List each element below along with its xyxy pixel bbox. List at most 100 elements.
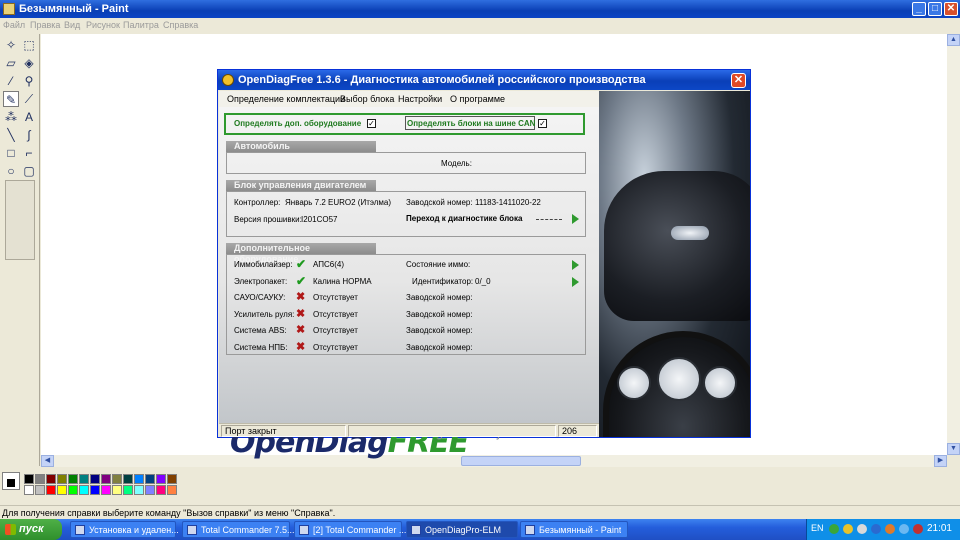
horizontal-scrollbar[interactable]: ◀ ▶: [41, 455, 947, 467]
tool-options-panel[interactable]: [5, 180, 35, 260]
scroll-left-button[interactable]: ◀: [41, 455, 54, 467]
palette-swatch[interactable]: [90, 485, 100, 495]
start-button[interactable]: пуск: [0, 519, 62, 540]
palette-swatch[interactable]: [167, 474, 177, 484]
palette-swatch[interactable]: [167, 485, 177, 495]
palette-swatch[interactable]: [57, 474, 67, 484]
scroll-up-button[interactable]: ▲: [947, 34, 960, 46]
menu-image[interactable]: Рисунок: [86, 20, 120, 30]
curve-icon[interactable]: ∫: [21, 127, 37, 143]
od-titlebar: OpenDiagFree 1.3.6 - Диагностика автомоб…: [218, 70, 750, 90]
task-install-remove[interactable]: Установка и удален...: [70, 521, 179, 538]
task-total-commander-2[interactable]: [2] Total Commander ...: [294, 521, 406, 538]
palette-swatch[interactable]: [68, 474, 78, 484]
gauge-right: [703, 366, 737, 400]
magnifier-icon[interactable]: ⚲: [21, 73, 37, 89]
palette-swatch[interactable]: [35, 485, 45, 495]
go-diagnostics-arrow-icon[interactable]: [572, 214, 579, 224]
palette-swatch[interactable]: [112, 485, 122, 495]
details-arrow-icon[interactable]: [572, 260, 579, 270]
palette-swatch[interactable]: [134, 474, 144, 484]
rectangle-icon[interactable]: □: [3, 145, 19, 161]
palette-swatch[interactable]: [79, 474, 89, 484]
palette-swatch[interactable]: [123, 485, 133, 495]
menu-file[interactable]: Файл: [3, 20, 25, 30]
menu-help[interactable]: Справка: [163, 20, 198, 30]
equipment-label: САУО/САУКУ:: [234, 293, 286, 302]
polygon-icon[interactable]: ⌐: [21, 145, 37, 161]
palette-swatch[interactable]: [101, 474, 111, 484]
palette-swatch[interactable]: [24, 485, 34, 495]
gauge-left: [617, 366, 651, 400]
text-icon[interactable]: A: [21, 109, 37, 125]
brush-icon[interactable]: ⟋: [21, 91, 37, 107]
task-total-commander-1[interactable]: Total Commander 7.5...: [182, 521, 295, 538]
od-menu-select-block[interactable]: Выбор блока: [340, 94, 394, 104]
model-label: Модель:: [441, 159, 472, 168]
palette-swatch[interactable]: [145, 485, 155, 495]
extra-section-header: Дополнительное оборудование: [226, 243, 376, 264]
line-icon[interactable]: ╲: [3, 127, 19, 143]
od-close-button[interactable]: ✕: [731, 73, 746, 88]
palette-swatch[interactable]: [90, 474, 100, 484]
palette-swatch[interactable]: [156, 474, 166, 484]
eraser-icon[interactable]: ▱: [3, 55, 19, 71]
gauge-center: [657, 357, 701, 401]
palette-swatch[interactable]: [101, 485, 111, 495]
rect-select-icon[interactable]: ⬚: [21, 37, 37, 53]
rounded-rect-icon[interactable]: ▢: [21, 163, 37, 179]
airbrush-icon[interactable]: ⁂: [3, 109, 19, 125]
system-tray: EN 21:01: [806, 519, 960, 540]
palette-swatch[interactable]: [35, 474, 45, 484]
menu-palette[interactable]: Палитра: [123, 20, 159, 30]
tray-app-icon[interactable]: [843, 524, 853, 534]
free-select-icon[interactable]: ✧: [3, 37, 19, 53]
palette-swatch[interactable]: [68, 485, 78, 495]
palette-swatch[interactable]: [79, 485, 89, 495]
ellipse-icon[interactable]: ○: [3, 163, 19, 179]
detect-extra-checkbox[interactable]: ✓: [367, 119, 376, 128]
pencil-icon[interactable]: ✎: [3, 91, 19, 107]
maximize-button[interactable]: □: [928, 2, 942, 16]
equipment-right-label: Заводской номер:: [406, 343, 473, 352]
volume-icon[interactable]: [857, 524, 867, 534]
menu-edit[interactable]: Правка: [30, 20, 60, 30]
scroll-right-button[interactable]: ▶: [934, 455, 947, 467]
paint-app-icon: [3, 3, 15, 15]
firmware-label: Версия прошивки:: [234, 215, 302, 224]
od-menu-settings[interactable]: Настройки: [398, 94, 442, 104]
details-arrow-icon[interactable]: [572, 277, 579, 287]
task-paint[interactable]: Безымянный - Paint: [520, 521, 628, 538]
detect-can-checkbox[interactable]: ✓: [538, 119, 547, 128]
close-button[interactable]: ✕: [944, 2, 958, 16]
language-indicator[interactable]: EN: [811, 523, 824, 533]
menu-view[interactable]: Вид: [64, 20, 80, 30]
palette-swatch[interactable]: [46, 485, 56, 495]
palette-swatch[interactable]: [24, 474, 34, 484]
palette-swatch[interactable]: [46, 474, 56, 484]
palette-swatch[interactable]: [123, 474, 133, 484]
palette-swatch[interactable]: [112, 474, 122, 484]
od-menu-about[interactable]: О программе: [450, 94, 505, 104]
vertical-scrollbar[interactable]: ▲ ▼: [947, 34, 960, 455]
task-opendiag[interactable]: OpenDiagPro-ELM: [406, 521, 518, 538]
bluetooth-icon[interactable]: [871, 524, 881, 534]
go-diagnostics-link[interactable]: Переход к диагностике блока: [406, 214, 522, 223]
security-icon[interactable]: [885, 524, 895, 534]
scroll-thumb[interactable]: [461, 456, 581, 466]
picker-icon[interactable]: ⁄: [3, 73, 19, 89]
fill-icon[interactable]: ◈: [21, 55, 37, 71]
palette-swatch[interactable]: [156, 485, 166, 495]
scroll-down-button[interactable]: ▼: [947, 443, 960, 455]
od-menu-configuration[interactable]: Определение комплектации: [227, 94, 345, 104]
palette-swatch[interactable]: [145, 474, 155, 484]
clock: 21:01: [926, 523, 952, 534]
paint-toolbox: ✧ ⬚ ▱ ◈ ⁄ ⚲ ✎ ⟋ ⁂ A ╲ ∫ □ ⌐ ○ ▢: [0, 34, 40, 466]
palette-swatch[interactable]: [57, 485, 67, 495]
usb-icon[interactable]: [899, 524, 909, 534]
palette-swatch[interactable]: [134, 485, 144, 495]
minimize-button[interactable]: _: [912, 2, 926, 16]
antivirus-icon[interactable]: [913, 524, 923, 534]
network-icon[interactable]: [829, 524, 839, 534]
current-colors[interactable]: [2, 472, 20, 490]
